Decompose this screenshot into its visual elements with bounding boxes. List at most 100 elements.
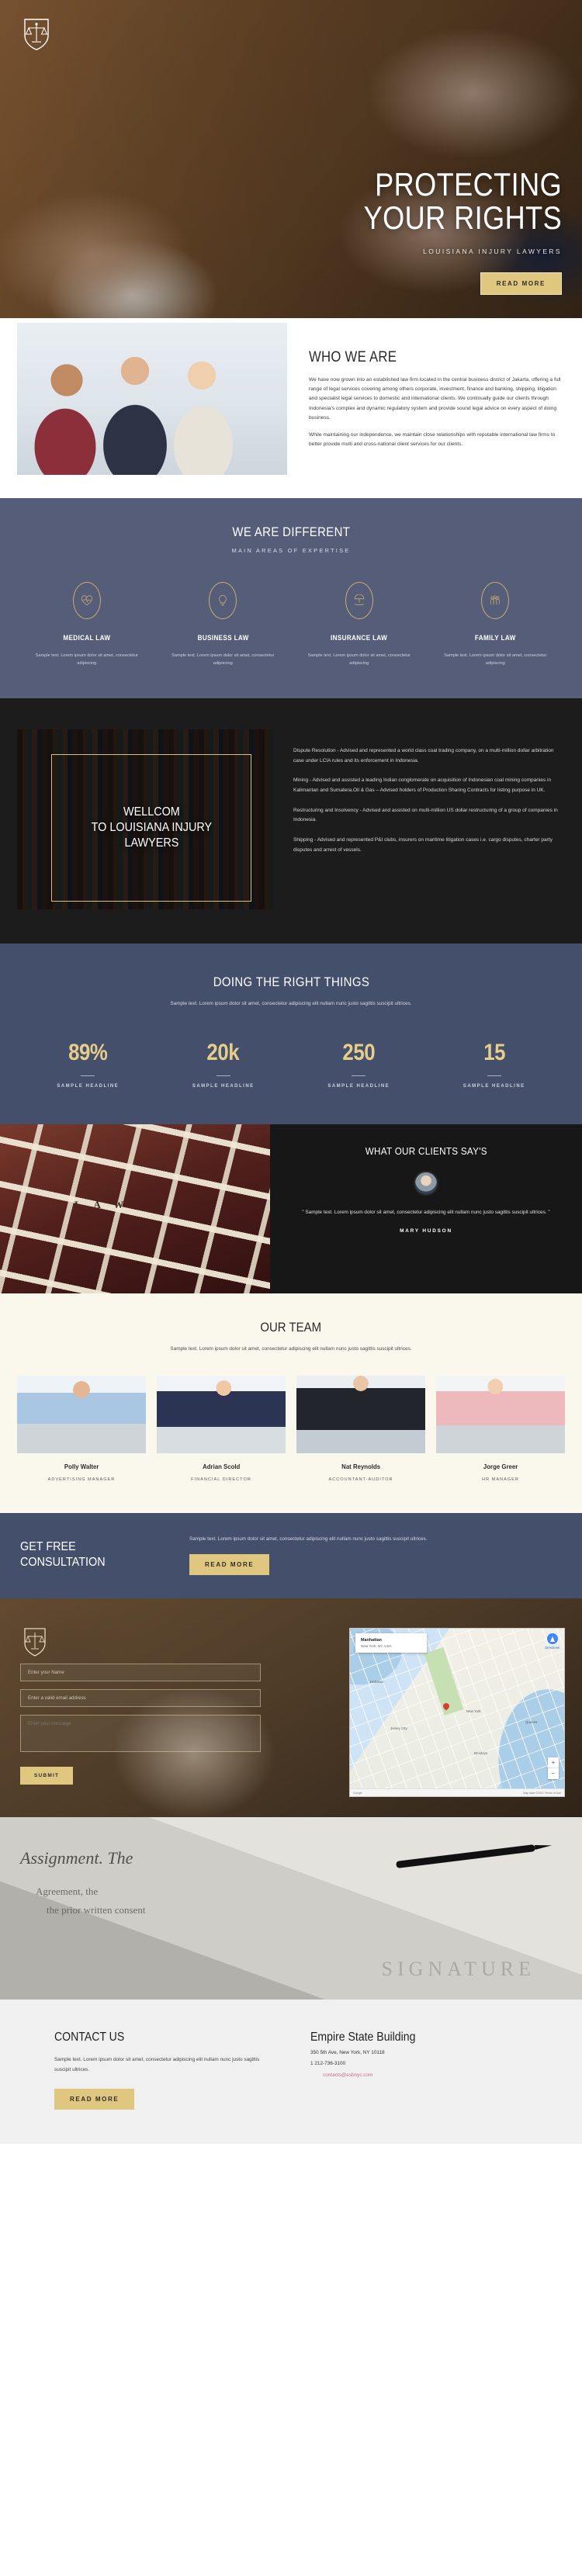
footer-address-line: 350 5th Ave, New York, NY 10118 [310,2050,385,2056]
statistic-label: SAMPLE HEADLINE [57,1083,120,1089]
practice-description-list: Dispute Resolution - Advised and represe… [293,729,565,909]
expertise-card-title: INSURANCE LAW [331,634,388,642]
consultation-title: GET FREE CONSULTATION [20,1539,153,1570]
expertise-card-text: Sample text. Lorem ipsum dolor sit amet,… [444,653,547,667]
expertise-card-title: BUSINESS LAW [197,634,249,642]
welcome-overlay-frame: WELLCOM TO LOUISIANA INJURY LAWYERS [51,754,251,902]
practice-paragraph: Shipping - Advised and represented P&I c… [293,837,553,853]
map-info-card[interactable]: Manhattan New York, NY, USA [355,1633,427,1653]
map-label: Queens [525,1720,538,1725]
team-member-name: Nat Reynolds [341,1462,380,1470]
footer-phone[interactable]: 1 212-736-3100 [310,2061,528,2066]
team-member-role: FINANCIAL DIRECTOR [191,1477,251,1482]
map-label: New York [466,1709,481,1714]
consultation-read-more-button[interactable]: READ MORE [189,1554,270,1576]
team-member-photo [296,1375,425,1453]
practice-paragraph: Restructuring and Insolvency - Advised a… [293,807,558,823]
consultation-title-line-1: GET FREE [20,1540,76,1554]
expertise-card-title: MEDICAL LAW [63,634,111,642]
we-are-different-section: WE ARE DIFFERENT MAIN AREAS OF EXPERTISE… [0,498,582,699]
testimonial-section: L A W WHAT OUR CLIENTS SAY'S " Sample te… [0,1124,582,1293]
welcome-section: WELLCOM TO LOUISIANA INJURY LAWYERS Disp… [0,698,582,944]
team-member-name: Adrian Scold [202,1462,241,1470]
signature-text-4: SIGNATURE [381,1958,535,1981]
statistic-divider [487,1075,501,1076]
statistic-number: 15 [483,1039,505,1065]
team-member[interactable]: Polly Walter ADVERTISING MANAGER [17,1375,146,1482]
footer-address-title: Empire State Building [310,2031,416,2045]
team-title: OUR TEAM [260,1319,322,1335]
email-input[interactable] [20,1689,261,1708]
consultation-section: GET FREE CONSULTATION Sample text. Lorem… [0,1512,582,1599]
team-section: OUR TEAM Sample text. Lorem ipsum dolor … [0,1293,582,1513]
name-input[interactable] [20,1664,261,1682]
welcome-line-2: TO LOUISIANA INJURY [91,821,212,835]
statistic-divider [216,1075,230,1076]
who-we-are-title: WHO WE ARE [309,349,397,365]
map-label: Brooklyn [474,1751,488,1756]
team-member-list: Polly Walter ADVERTISING MANAGER Adrian … [0,1375,582,1482]
message-textarea[interactable] [20,1715,261,1753]
testimonial-quote: " Sample text. Lorem ipsum dolor sit ame… [302,1209,550,1215]
footer-contact-text: Sample text. Lorem ipsum dolor sit amet,… [54,2057,260,2072]
expertise-card[interactable]: FAMILY LAW Sample text. Lorem ipsum dolo… [428,582,564,667]
team-member-photo [17,1375,146,1453]
statistic-label: SAMPLE HEADLINE [327,1083,390,1089]
map-zoom-out-button[interactable]: − [548,1768,559,1780]
map-directions-button[interactable]: Directions [545,1633,559,1650]
law-tiles-word: L A W [74,1198,130,1210]
consultation-text: Sample text. Lorem ipsum dolor sit amet,… [189,1536,428,1542]
bookshelf-photo: WELLCOM TO LOUISIANA INJURY LAWYERS [17,729,273,910]
signature-text-1: Assignment. The [20,1848,133,1868]
directions-arrow-icon [546,1633,558,1645]
statistic-divider [352,1075,366,1076]
team-member-photo [157,1375,286,1453]
hero-title-line-1: PROTECTING [374,166,562,203]
map-zoom-in-button[interactable]: + [548,1757,559,1769]
location-map[interactable]: Hoboken New York Jersey City Brooklyn Qu… [349,1628,565,1798]
expertise-card-text: Sample text. Lorem ipsum dolor sit amet,… [307,653,411,667]
statistics-row: 89% SAMPLE HEADLINE 20k SAMPLE HEADLINE … [0,1040,582,1089]
statistic-number: 20k [206,1039,240,1065]
family-group-icon [481,582,510,619]
expertise-card[interactable]: INSURANCE LAW Sample text. Lorem ipsum d… [291,582,428,667]
team-member-name: Jorge Greer [483,1462,518,1470]
who-we-are-paragraph-2: While maintaining our independence, we m… [309,431,556,448]
statistic-label: SAMPLE HEADLINE [462,1083,525,1089]
team-member-name: Polly Walter [64,1462,99,1470]
map-attribution-right: Map data ©2021 Terms of Use [523,1791,561,1795]
map-label: Hoboken [370,1680,384,1684]
scales-of-justice-shield-icon[interactable] [23,17,50,51]
contact-form-section: SUBMIT Hoboken New York Jersey City Broo… [0,1598,582,1818]
statistics-section: DOING THE RIGHT THINGS Sample text. Lore… [0,943,582,1124]
submit-button[interactable]: SUBMIT [20,1767,74,1785]
team-member[interactable]: Adrian Scold FINANCIAL DIRECTOR [157,1375,286,1482]
expertise-card-list: MEDICAL LAW Sample text. Lorem ipsum dol… [0,582,582,667]
team-member[interactable]: Nat Reynolds ACCOUNTANT-AUDITOR [296,1375,425,1482]
team-member-role: ACCOUNTANT-AUDITOR [328,1477,393,1482]
expertise-card-title: FAMILY LAW [474,634,516,642]
footer: CONTACT US Sample text. Lorem ipsum dolo… [0,2000,582,2144]
hero-read-more-button[interactable]: READ MORE [480,272,562,295]
statistic-divider [81,1075,95,1076]
scales-of-justice-shield-icon [23,1626,47,1657]
we-are-different-subtitle: MAIN AREAS OF EXPERTISE [231,547,351,554]
expertise-card[interactable]: MEDICAL LAW Sample text. Lorem ipsum dol… [19,582,155,667]
we-are-different-title: WE ARE DIFFERENT [232,525,350,539]
map-place-subtitle: New York, NY, USA [361,1644,392,1649]
welcome-overlay-text: WELLCOM TO LOUISIANA INJURY LAWYERS [91,805,212,851]
team-member-role: HR MANAGER [482,1477,519,1482]
team-member[interactable]: Jorge Greer HR MANAGER [436,1375,565,1482]
landing-page: PROTECTING YOUR RIGHTS LOUISIANA INJURY … [0,0,582,2144]
practice-paragraph: Mining - Advised and assisted a leading … [293,777,552,794]
lightbulb-icon [209,582,237,619]
map-zoom-controls[interactable]: + − [548,1757,559,1780]
footer-email-link[interactable]: contacts@esbnyc.com [323,2072,528,2078]
map-place-title: Manhattan [361,1638,382,1643]
expertise-card[interactable]: BUSINESS LAW Sample text. Lorem ipsum do… [155,582,292,667]
map-place-labels: Hoboken New York Jersey City Brooklyn Qu… [350,1629,564,1796]
footer-read-more-button[interactable]: READ MORE [54,2088,135,2110]
avatar [414,1170,438,1196]
consultation-title-line-2: CONSULTATION [20,1556,106,1570]
who-we-are-content: WHO WE ARE We have now grown into an est… [287,335,582,475]
